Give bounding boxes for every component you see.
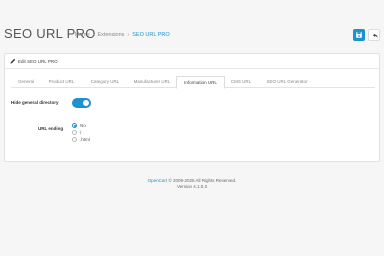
radio-label: / [80,130,82,135]
footer: OpenCart © 2009-2025 All Rights Reserved… [0,178,384,190]
tab-product-url[interactable]: Product URL [43,76,80,88]
save-icon [356,32,362,38]
hide-general-directory-toggle[interactable] [72,98,91,108]
save-button[interactable] [353,29,365,41]
breadcrumb-separator: › [92,32,95,38]
breadcrumb-home[interactable]: Home [75,32,90,38]
footer-version: Version 4.1.0.3 [176,184,208,189]
footer-copyright: © 2009-2025 All Rights Reserved. [168,178,237,183]
page-header: SEO URL PRO Home › Extensions › SEO URL PRO [0,0,384,50]
edit-panel: Edit SEO URL PRO General Product URL Cat… [4,53,380,162]
breadcrumb-extensions[interactable]: Extensions [98,32,125,38]
radio-unchecked[interactable] [72,137,77,142]
pencil-icon [10,58,16,64]
toggle-knob [83,100,89,106]
hide-general-directory-label: Hide general directory [11,100,59,105]
tab-information-url[interactable]: Information URL [176,76,225,89]
tab-seo-url-generator[interactable]: SEO URL Generator [258,76,316,88]
tab-general[interactable]: General [14,76,38,88]
radio-unchecked[interactable] [72,130,77,135]
footer-brand-link[interactable]: OpenCart [148,178,168,183]
breadcrumb-current[interactable]: SEO URL PRO [132,32,169,38]
radio-label: .html [80,137,90,142]
tab-manufacturer-url[interactable]: Manufacturer URL [127,76,177,88]
url-ending-label: URL ending [38,126,64,131]
tab-bar: General Product URL Category URL Manufac… [11,76,375,89]
radio-checked[interactable] [72,123,77,128]
radio-label: No [80,123,86,128]
breadcrumb-separator: › [127,32,130,38]
back-button[interactable] [368,29,380,41]
panel-heading-title: Edit SEO URL PRO [18,59,58,64]
panel-heading: Edit SEO URL PRO [5,54,379,69]
tab-cms-url[interactable]: CMS URL [227,76,255,88]
tab-category-url[interactable]: Category URL [85,76,125,88]
back-icon [373,33,378,38]
breadcrumb: Home › Extensions › SEO URL PRO [75,31,170,39]
